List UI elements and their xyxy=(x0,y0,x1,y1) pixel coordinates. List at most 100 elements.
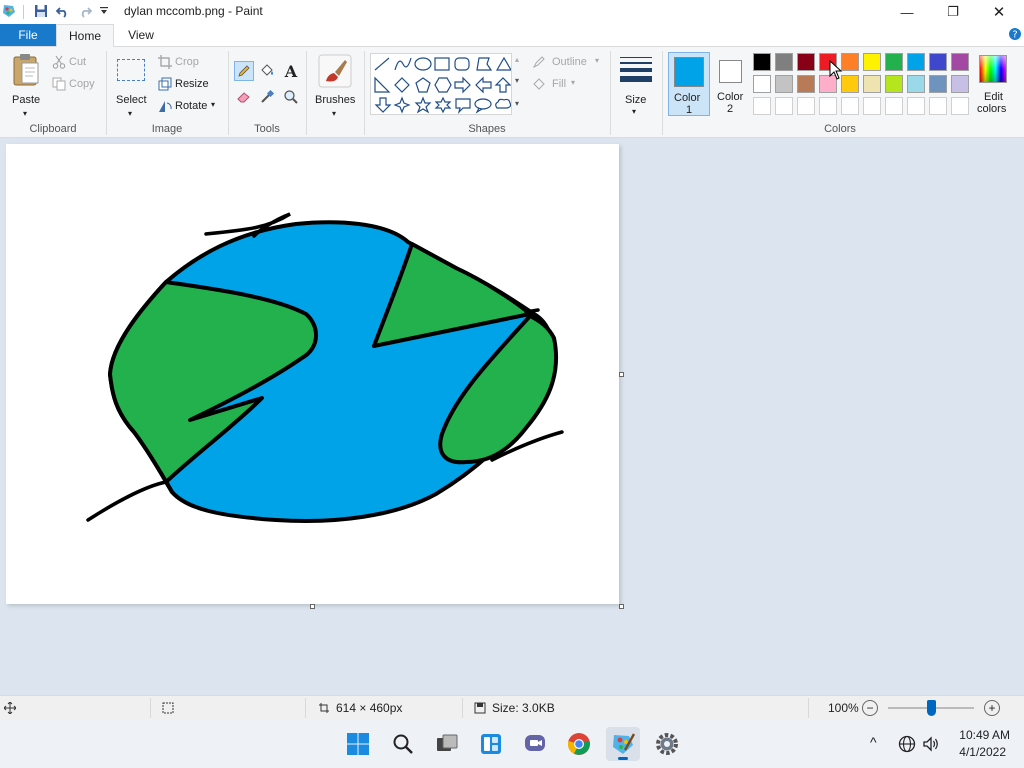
magnifier-tool[interactable] xyxy=(281,87,301,107)
minimize-button[interactable]: — xyxy=(884,0,930,24)
paint-app-icon[interactable] xyxy=(1,3,17,19)
palette-swatch[interactable] xyxy=(841,75,859,93)
oval-shape[interactable] xyxy=(414,57,432,71)
pencil-tool[interactable] xyxy=(234,61,254,81)
show-hidden-icons-button[interactable]: ^ xyxy=(870,734,888,754)
palette-swatch[interactable] xyxy=(797,53,815,71)
right-triangle-shape[interactable] xyxy=(374,76,391,93)
tab-home[interactable]: Home xyxy=(56,24,114,47)
zoom-in-button[interactable]: + xyxy=(984,700,1000,716)
palette-swatch[interactable] xyxy=(951,75,969,93)
palette-swatch[interactable] xyxy=(929,53,947,71)
maximize-button[interactable]: ❐ xyxy=(930,0,976,24)
palette-custom-slot[interactable] xyxy=(775,97,793,115)
zoom-slider-thumb[interactable] xyxy=(927,700,936,716)
start-button[interactable] xyxy=(341,727,375,761)
settings-button[interactable] xyxy=(650,727,684,761)
clock-date[interactable]: 4/1/2022 xyxy=(948,745,1006,759)
palette-swatch[interactable] xyxy=(797,75,815,93)
fill-tool[interactable] xyxy=(257,61,277,81)
edit-colors-button[interactable]: Edit colors xyxy=(974,52,1014,118)
polygon-shape[interactable] xyxy=(476,57,493,71)
color-picker-tool[interactable] xyxy=(257,87,277,107)
fill-button[interactable]: Fill ▾ xyxy=(532,76,608,94)
palette-swatch[interactable] xyxy=(863,75,881,93)
palette-swatch[interactable] xyxy=(907,75,925,93)
palette-swatch[interactable] xyxy=(775,75,793,93)
rounded-rectangle-shape[interactable] xyxy=(454,57,470,71)
task-view-button[interactable] xyxy=(430,727,464,761)
five-point-star-shape[interactable] xyxy=(414,96,432,114)
left-arrow-shape[interactable] xyxy=(475,76,492,94)
save-icon[interactable] xyxy=(33,3,49,19)
six-point-star-shape[interactable] xyxy=(434,96,452,114)
palette-custom-slot[interactable] xyxy=(819,97,837,115)
palette-swatch[interactable] xyxy=(775,53,793,71)
palette-custom-slot[interactable] xyxy=(797,97,815,115)
shapes-scroll[interactable]: ▴ ▾ ▾ xyxy=(513,53,525,115)
copy-button[interactable]: Copy xyxy=(52,76,112,94)
palette-custom-slot[interactable] xyxy=(885,97,903,115)
teams-chat-button[interactable] xyxy=(518,727,552,761)
shapes-expand-arrow[interactable]: ▾ xyxy=(515,99,519,108)
diamond-shape[interactable] xyxy=(394,77,410,93)
text-tool[interactable]: A xyxy=(281,61,301,81)
eraser-tool[interactable] xyxy=(234,87,254,107)
palette-custom-slot[interactable] xyxy=(863,97,881,115)
palette-swatch[interactable] xyxy=(753,75,771,93)
size-button[interactable]: Size ▾ xyxy=(614,51,658,117)
redo-icon[interactable] xyxy=(77,3,93,19)
palette-custom-slot[interactable] xyxy=(929,97,947,115)
up-arrow-shape[interactable] xyxy=(494,77,511,93)
palette-custom-slot[interactable] xyxy=(907,97,925,115)
palette-swatch[interactable] xyxy=(885,75,903,93)
palette-swatch[interactable] xyxy=(929,75,947,93)
customize-quick-access-icon[interactable] xyxy=(96,3,112,19)
palette-swatch[interactable] xyxy=(841,53,859,71)
globe-network-icon[interactable] xyxy=(898,735,916,753)
clock-time[interactable]: 10:49 AM xyxy=(948,728,1010,742)
rect-callout-shape[interactable] xyxy=(455,98,471,114)
search-button[interactable] xyxy=(386,727,420,761)
tab-file[interactable]: File xyxy=(0,24,56,46)
cloud-callout-shape[interactable] xyxy=(495,98,511,109)
undo-icon[interactable] xyxy=(55,3,71,19)
color1-button[interactable]: Color 1 xyxy=(668,52,710,116)
down-arrow-shape[interactable] xyxy=(374,97,392,113)
line-shape[interactable] xyxy=(374,57,390,71)
chrome-button[interactable] xyxy=(562,727,596,761)
close-button[interactable]: ✕ xyxy=(976,0,1022,24)
hexagon-shape[interactable] xyxy=(434,77,452,93)
palette-swatch[interactable] xyxy=(907,53,925,71)
rectangle-shape[interactable] xyxy=(434,57,450,71)
outline-button[interactable]: Outline ▾ xyxy=(532,54,608,72)
shapes-scroll-down-arrow[interactable]: ▾ xyxy=(515,76,519,85)
rotate-button[interactable]: Rotate ▾ xyxy=(158,98,222,116)
help-icon[interactable]: ? xyxy=(1008,27,1024,43)
four-point-star-shape[interactable] xyxy=(393,96,411,114)
canvas-resize-handle-corner[interactable] xyxy=(619,604,624,609)
palette-custom-slot[interactable] xyxy=(841,97,859,115)
select-button[interactable]: Select ▾ xyxy=(112,51,150,118)
oval-callout-shape[interactable] xyxy=(474,98,492,114)
paint-taskbar-button[interactable] xyxy=(606,727,640,761)
palette-swatch[interactable] xyxy=(753,53,771,71)
paste-button[interactable]: Paste ▾ xyxy=(6,51,48,118)
brushes-button[interactable]: Brushes ▾ xyxy=(312,51,360,118)
zoom-out-button[interactable]: − xyxy=(862,700,878,716)
triangle-shape[interactable] xyxy=(495,56,511,71)
cut-button[interactable]: Cut xyxy=(52,54,112,72)
canvas-resize-handle-bottom[interactable] xyxy=(310,604,315,609)
shapes-scroll-up-arrow[interactable]: ▴ xyxy=(515,55,519,64)
curve-shape[interactable] xyxy=(394,57,412,71)
right-arrow-shape[interactable] xyxy=(454,76,471,94)
palette-swatch[interactable] xyxy=(951,53,969,71)
crop-button[interactable]: Crop xyxy=(158,54,222,72)
color2-button[interactable]: Color 2 xyxy=(712,52,750,116)
volume-icon[interactable] xyxy=(922,735,940,753)
canvas-resize-handle-right[interactable] xyxy=(619,372,624,377)
palette-custom-slot[interactable] xyxy=(951,97,969,115)
palette-custom-slot[interactable] xyxy=(753,97,771,115)
drawing-canvas[interactable] xyxy=(6,144,619,604)
pentagon-shape[interactable] xyxy=(415,77,431,93)
